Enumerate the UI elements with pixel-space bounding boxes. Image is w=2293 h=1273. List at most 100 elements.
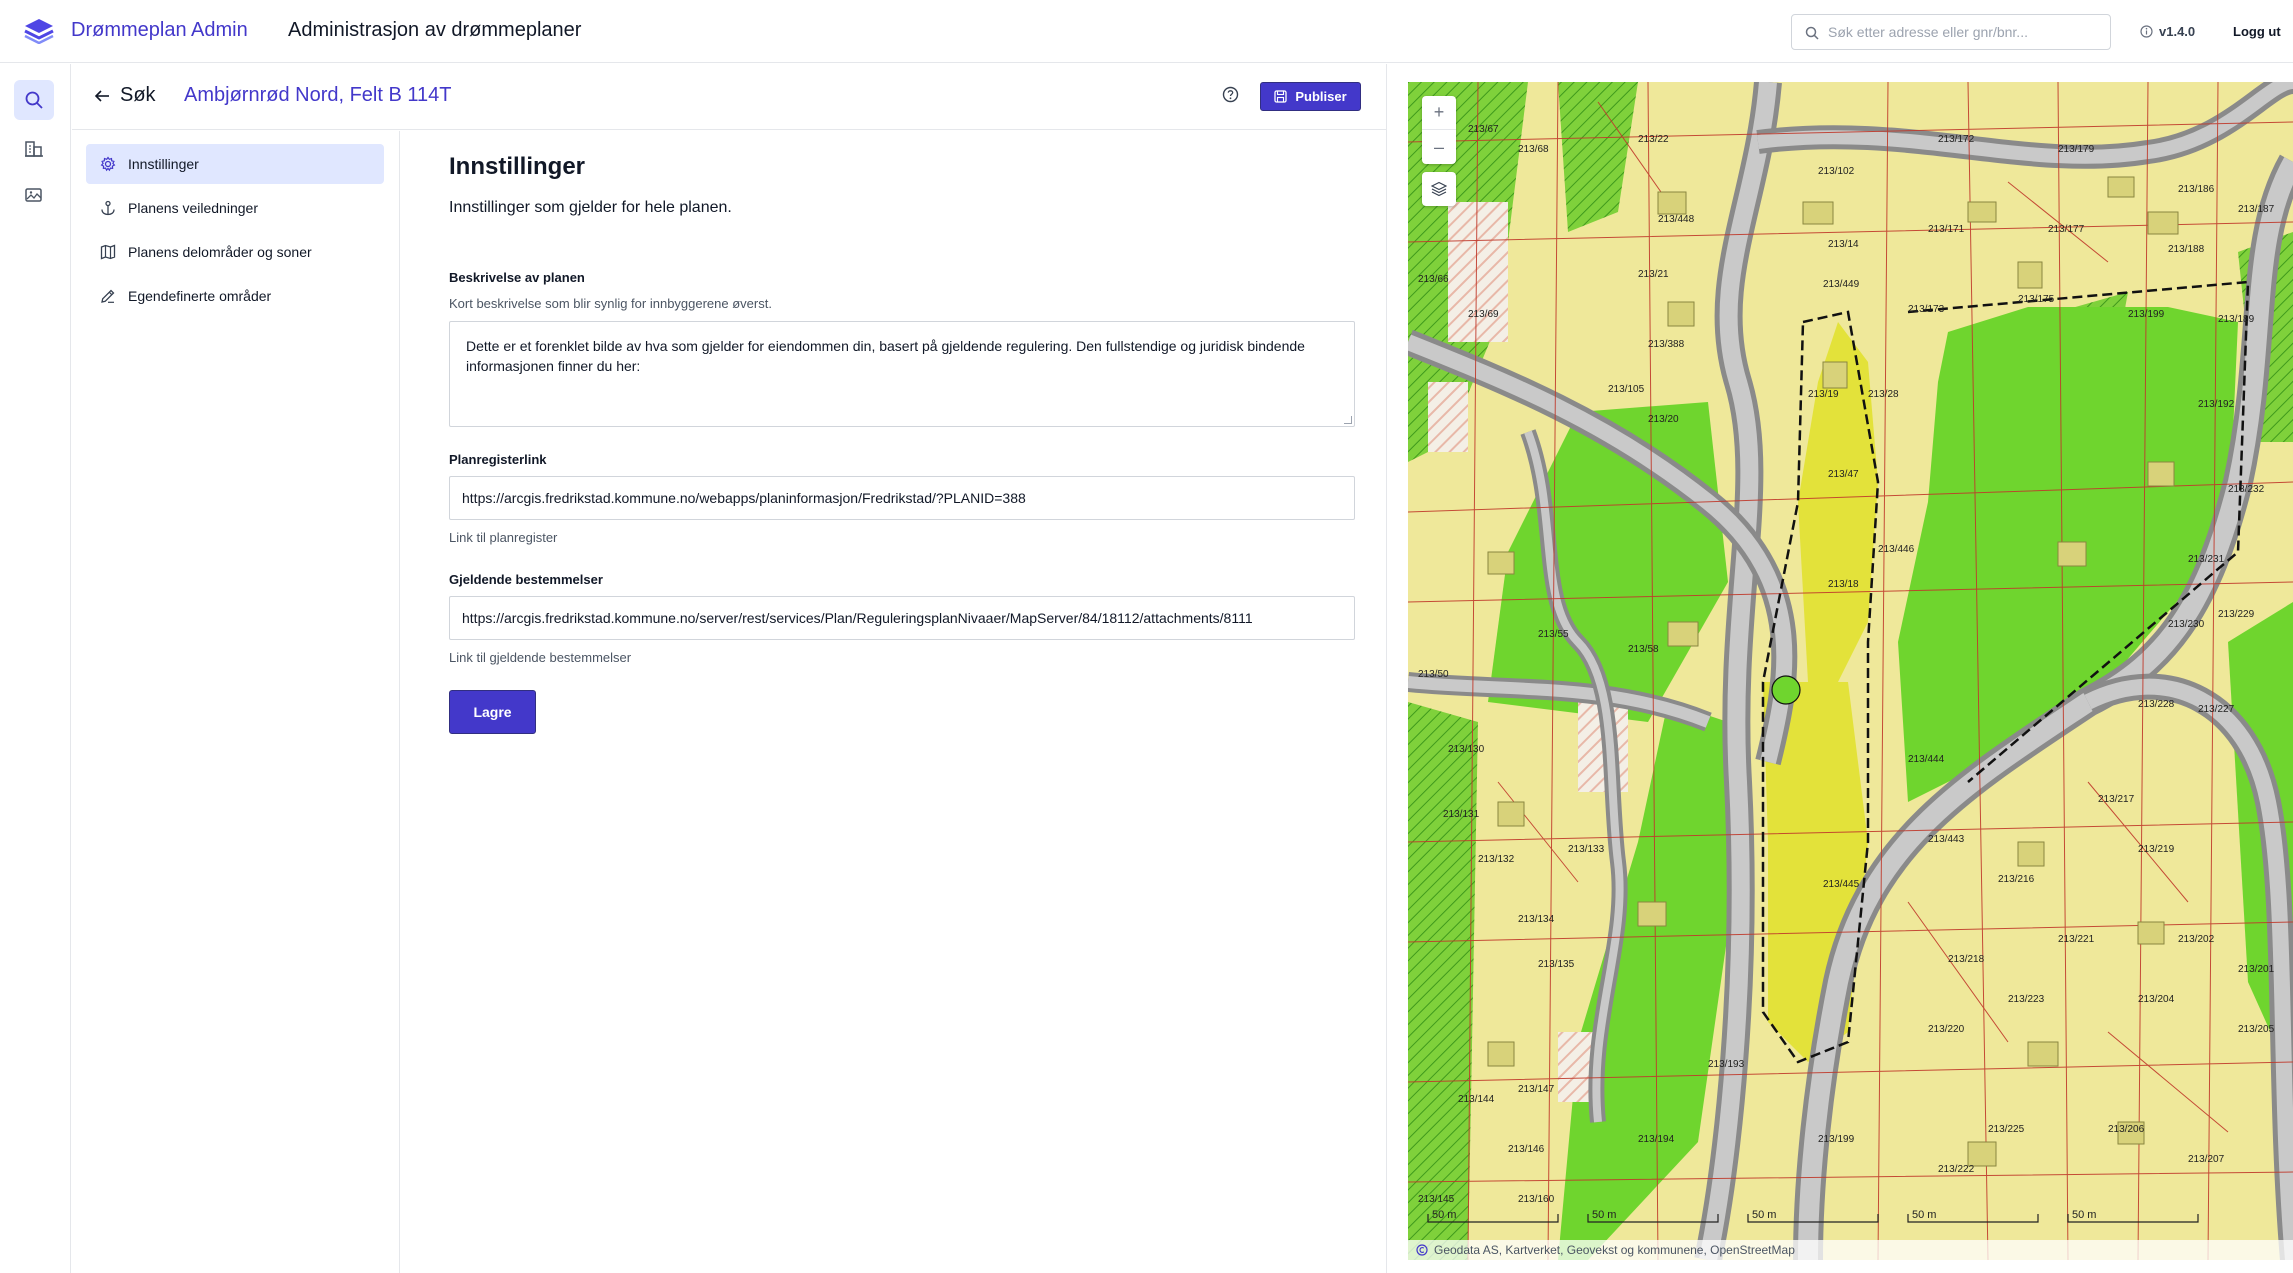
parcel-label: 213/50 (1418, 669, 1449, 680)
zoom-out-button[interactable]: – (1422, 130, 1456, 164)
parcel-label: 213/228 (2138, 699, 2175, 710)
address-search[interactable] (1791, 14, 2111, 50)
parcel-label: 213/202 (2178, 934, 2215, 945)
back-button[interactable]: Søk (94, 84, 156, 107)
rail-images-button[interactable] (14, 176, 54, 216)
parcel-label: 213/445 (1823, 879, 1860, 890)
parcel-label: 213/444 (1908, 754, 1945, 765)
parcel-label: 213/171 (1928, 224, 1965, 235)
map-attribution: Geodata AS, Kartverket, Geovekst og komm… (1408, 1240, 2293, 1260)
parcel-label: 213/231 (2188, 554, 2225, 565)
parcel-label: 213/201 (2238, 964, 2275, 975)
description-text: Dette er et forenklet bilde av hva som g… (466, 338, 1305, 374)
layers-logo-icon (24, 19, 54, 44)
pencil-icon (101, 289, 115, 303)
parcel-label: 213/20 (1648, 414, 1679, 425)
info-icon (2140, 25, 2153, 38)
zoom-control: + – (1422, 96, 1456, 164)
map-icon (100, 244, 116, 260)
version-label: v1.4.0 (2159, 24, 2196, 39)
app-title: Administrasjon av drømmeplaner (288, 19, 582, 41)
parcel-label: 213/133 (1568, 844, 1605, 855)
nav-label-guides: Planens veiledninger (128, 200, 258, 216)
scale-label: 50 m (1912, 1209, 1936, 1221)
parcel-label: 213/21 (1638, 269, 1669, 280)
attribution-text: Geodata AS, Kartverket, Geovekst og komm… (1434, 1243, 1795, 1257)
parcel-label: 213/69 (1468, 309, 1499, 320)
parcel-label: 213/134 (1518, 914, 1555, 925)
parcel-label: 213/204 (2138, 994, 2175, 1005)
parcel-label: 213/186 (2178, 184, 2215, 195)
arrow-left-icon (94, 89, 109, 102)
layers-button[interactable] (1422, 172, 1456, 206)
plan-register-input[interactable]: https://arcgis.fredrikstad.kommune.no/we… (449, 476, 1355, 520)
parcel-label: 213/102 (1818, 166, 1855, 177)
parcel-label: 213/187 (2238, 204, 2275, 215)
zoom-in-button[interactable]: + (1422, 96, 1456, 130)
parcel-label: 213/179 (2058, 144, 2095, 155)
parcel-label: 213/218 (1948, 954, 1985, 965)
parcel-label: 213/217 (2098, 794, 2135, 805)
parcel-label: 213/172 (1938, 134, 1975, 145)
rail-search-button[interactable] (14, 80, 54, 120)
scale-label: 50 m (1752, 1209, 1776, 1221)
address-search-input[interactable] (1828, 15, 2104, 49)
nav-item-zones[interactable]: Planens delområder og soner (86, 232, 384, 272)
nav-label-zones: Planens delområder og soner (128, 244, 312, 260)
parcel-label: 213/205 (2238, 1024, 2275, 1035)
parcel-label: 213/175 (2018, 294, 2055, 305)
save-icon (1274, 90, 1287, 103)
parcel-label: 213/188 (2168, 244, 2205, 255)
parcel-label: 213/192 (2198, 399, 2235, 410)
back-label: Søk (120, 84, 156, 106)
nav-item-guides[interactable]: Planens veiledninger (86, 188, 384, 228)
image-icon (25, 188, 42, 202)
nav-label-custom-areas: Egendefinerte områder (128, 288, 272, 304)
parcel-label: 213/22 (1638, 134, 1669, 145)
zoning-map[interactable]: 213/67 213/68 213/22 213/102 213/172 213/179 2… (1408, 82, 2293, 1260)
map-canvas[interactable]: 213/67 213/68 213/22 213/102 213/172 213/179 2… (1408, 82, 2293, 1260)
publish-label: Publiser (1295, 89, 1347, 104)
regulations-input[interactable]: https://arcgis.fredrikstad.kommune.no/se… (449, 596, 1355, 640)
description-textarea[interactable]: Dette er et forenklet bilde av hva som g… (449, 321, 1355, 427)
parcel-label: 213/18 (1828, 579, 1859, 590)
plan-header: Søk Ambjørnrød Nord, Felt B 114T Publise… (72, 64, 1386, 130)
parcel-label: 213/147 (1518, 1084, 1555, 1095)
parcel-label: 213/67 (1468, 124, 1499, 135)
parcel-label: 213/177 (2048, 224, 2085, 235)
panel-divider (1386, 64, 1387, 1273)
parcel-label: 213/47 (1828, 469, 1859, 480)
parcel-label: 213/449 (1823, 279, 1860, 290)
parcel-label: 213/225 (1988, 1124, 2025, 1135)
nav-label-settings: Innstillinger (128, 156, 199, 172)
regulations-label: Gjeldende bestemmelser (449, 572, 603, 587)
settings-lead: Innstillinger som gjelder for hele plane… (449, 199, 732, 216)
rail-buildings-button[interactable] (14, 128, 54, 168)
parcel-label: 213/199 (2128, 309, 2165, 320)
parcel-label: 213/173 (1908, 304, 1945, 315)
logout-button[interactable]: Logg ut (2233, 24, 2281, 39)
plan-register-label: Planregisterlink (449, 452, 547, 467)
parcel-label: 213/227 (2198, 704, 2235, 715)
parcel-label: 213/232 (2228, 484, 2265, 495)
resize-handle[interactable] (1344, 416, 1352, 424)
nav-item-settings[interactable]: Innstillinger (86, 144, 384, 184)
help-icon[interactable] (1222, 86, 1239, 103)
parcel-label: 213/105 (1608, 384, 1645, 395)
parcel-label: 213/14 (1828, 239, 1859, 250)
parcel-label: 213/207 (2188, 1154, 2225, 1165)
plan-register-hint: Link til planregister (449, 530, 558, 545)
publish-button[interactable]: Publiser (1260, 82, 1361, 111)
nav-item-custom-areas[interactable]: Egendefinerte områder (86, 276, 384, 316)
copyright-icon (1416, 1244, 1428, 1256)
top-bar: Drømmeplan Admin Administrasjon av drømm… (0, 0, 2293, 63)
parcel-label: 213/55 (1538, 629, 1569, 640)
parcel-label: 213/230 (2168, 619, 2205, 630)
parcel-label: 213/221 (2058, 934, 2095, 945)
regulations-hint: Link til gjeldende bestemmelser (449, 650, 632, 665)
parcel-label: 213/206 (2108, 1124, 2145, 1135)
parcel-label: 213/28 (1868, 389, 1899, 400)
brand-name[interactable]: Drømmeplan Admin (71, 19, 248, 42)
save-button[interactable]: Lagre (449, 690, 536, 734)
description-label: Beskrivelse av planen (449, 270, 585, 285)
